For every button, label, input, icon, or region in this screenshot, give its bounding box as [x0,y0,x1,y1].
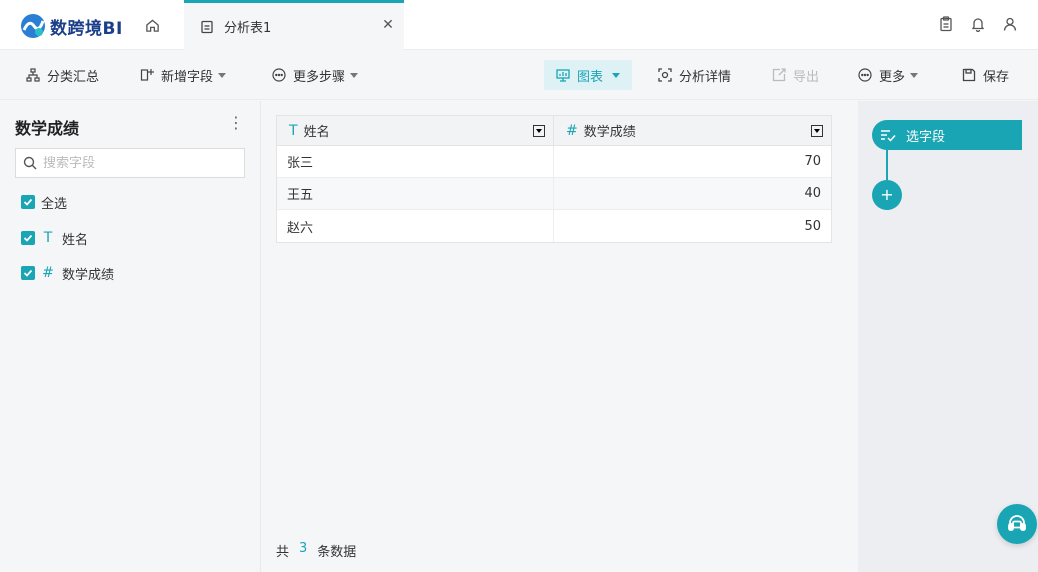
add-column-icon [140,68,154,82]
more-steps-button[interactable]: 更多步骤 [266,60,364,90]
row-count-suffix: 条数据 [317,545,357,560]
chevron-down-icon [218,72,227,78]
list-check-icon [880,127,896,143]
home-button[interactable] [140,14,164,36]
export-icon [772,68,786,82]
number-type-icon: # [42,265,54,281]
group-summary-button[interactable]: 分类汇总 [20,60,105,90]
row-count-prefix: 共 [276,545,290,560]
save-button[interactable]: 保存 [956,60,1015,90]
table-cell[interactable]: 70 [554,146,831,177]
row-count-number: 3 [299,541,308,556]
select-all-label: 全选 [41,196,68,212]
bell-icon[interactable] [970,16,986,32]
home-icon [145,18,159,32]
field-search[interactable] [15,148,245,178]
select-all-checkbox[interactable]: 全选 [21,192,67,212]
table-header: T 姓名 # 数学成绩 [277,116,831,146]
field-item-math-score[interactable]: # 数学成绩 [21,263,114,283]
column-label: 姓名 [303,125,330,140]
step-connector [886,150,888,181]
chevron-down-icon [612,72,621,78]
customer-service-button[interactable] [997,504,1037,544]
more-circle-icon [858,68,872,82]
step-select-fields[interactable]: 选字段 [872,120,1022,150]
checkbox-checked-icon[interactable] [21,266,35,280]
row-count: 共 3 条数据 [276,541,356,560]
chart-label: 图表 [577,69,604,85]
add-field-button[interactable]: 新增字段 [134,60,232,90]
column-dropdown-icon[interactable] [811,125,823,137]
chart-icon [556,68,570,82]
logo-text: 数跨境BI [50,18,123,39]
analysis-detail-label: 分析详情 [679,69,732,85]
save-icon [962,68,976,82]
logo-icon [21,14,45,38]
top-bar: 数跨境BI 分析表1 ✕ [0,0,1038,50]
tab-analysis-1[interactable]: 分析表1 ✕ [184,0,404,50]
top-right-actions [938,16,1018,32]
export-label: 导出 [793,69,820,85]
field-label: 姓名 [62,232,89,248]
table-cell[interactable]: 40 [554,178,831,209]
checkbox-checked-icon[interactable] [21,231,35,245]
table-row[interactable]: 赵六 50 [277,210,831,242]
data-table: T 姓名 # 数学成绩 张三 70 王五 40 赵六 50 [276,115,832,243]
step-label: 选字段 [906,129,946,145]
headset-icon [1008,515,1026,531]
field-panel: 数学成绩 ⋮ 全选 T 姓名 # 数学成绩 [0,101,261,572]
analysis-detail-button[interactable]: 分析详情 [652,60,737,90]
more-button[interactable]: 更多 [852,60,924,90]
user-icon[interactable] [1002,16,1018,32]
more-label: 更多 [879,69,906,85]
table-cell[interactable]: 张三 [277,146,554,177]
save-label: 保存 [983,69,1010,85]
app-logo[interactable]: 数跨境BI [20,12,123,40]
data-preview: T 姓名 # 数学成绩 张三 70 王五 40 赵六 50 共 3 条数据 [262,101,858,572]
scan-icon [658,68,672,82]
column-header-math-score[interactable]: # 数学成绩 [554,116,831,145]
toolbar: 分类汇总 新增字段 更多步骤 图表 分析详情 导出 更多 保存 [0,50,1038,100]
add-step-button[interactable]: + [872,180,902,210]
document-icon [200,20,214,34]
more-steps-label: 更多步骤 [293,69,346,85]
field-item-name[interactable]: T 姓名 [21,228,88,248]
group-summary-label: 分类汇总 [47,69,100,85]
table-cell[interactable]: 赵六 [277,210,554,242]
number-type-icon: # [566,122,578,139]
checkbox-checked-icon[interactable] [21,195,35,209]
column-header-name[interactable]: T 姓名 [277,116,554,145]
clipboard-icon[interactable] [938,16,954,32]
text-type-icon: T [43,230,53,246]
hierarchy-icon [26,68,40,82]
close-icon[interactable]: ✕ [380,17,396,33]
table-cell[interactable]: 50 [554,210,831,242]
add-field-label: 新增字段 [161,69,214,85]
dataset-title: 数学成绩 [15,119,80,138]
kebab-menu-icon[interactable]: ⋮ [228,115,244,133]
search-icon [23,156,37,170]
column-label: 数学成绩 [583,125,636,140]
export-button[interactable]: 导出 [766,60,825,90]
search-input[interactable] [43,155,233,171]
table-cell[interactable]: 王五 [277,178,554,209]
text-type-icon: T [289,122,298,139]
field-label: 数学成绩 [62,267,115,283]
table-row[interactable]: 王五 40 [277,178,831,210]
chevron-down-icon [910,72,919,78]
chevron-down-icon [350,72,359,78]
column-dropdown-icon[interactable] [533,125,545,137]
table-row[interactable]: 张三 70 [277,146,831,178]
steps-panel: 选字段 + [858,101,1038,572]
chart-button[interactable]: 图表 [544,60,633,90]
more-circle-icon [272,68,286,82]
tab-label: 分析表1 [224,21,272,36]
